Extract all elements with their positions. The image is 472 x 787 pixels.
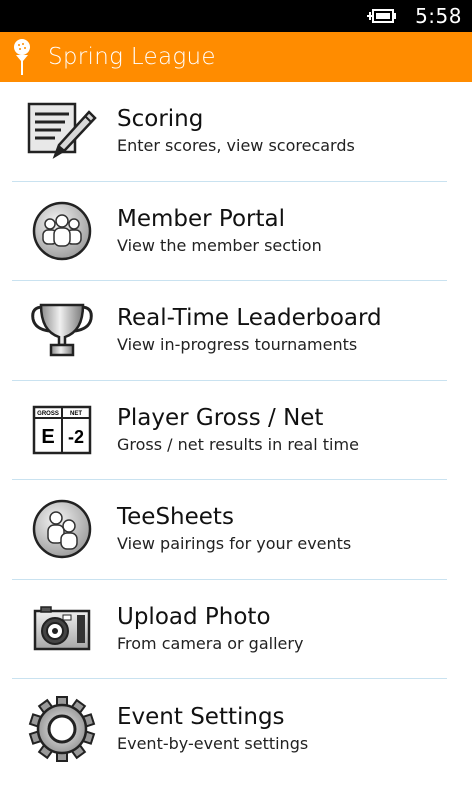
menu-item-event-settings[interactable]: Event Settings Event-by-event settings [12,679,447,779]
gear-icon [14,694,110,764]
menu-item-title: Scoring [117,106,204,133]
battery-charging-icon [365,7,399,25]
menu-item-subtitle: Event-by-event settings [117,733,309,753]
menu-item-title: Real-Time Leaderboard [117,305,382,332]
menu-item-gross-net[interactable]: GROSS NET E -2 Player Gross / Net Gross … [12,381,447,480]
menu-item-member-portal[interactable]: Member Portal View the member section [12,182,447,281]
menu-item-teesheets[interactable]: TeeSheets View pairings for your events [12,480,447,580]
menu-item-title: Player Gross / Net [117,404,324,431]
menu-item-subtitle: Gross / net results in real time [117,434,359,454]
trophy-icon [14,295,110,365]
page-title: Spring League [48,44,216,70]
menu-item-title: TeeSheets [117,504,234,531]
app-header: Spring League [0,32,472,82]
golf-tee-logo-icon [10,37,34,77]
gross-net-icon: GROSS NET E -2 [14,395,110,465]
status-bar: 5:58 [0,0,472,32]
menu-item-subtitle: View the member section [117,235,322,255]
menu-item-title: Member Portal [117,205,285,232]
clock: 5:58 [415,4,462,28]
gross-value-label: E [41,426,54,448]
scorecard-pencil-icon [14,96,110,166]
menu-item-subtitle: View pairings for your events [117,534,352,554]
menu-item-upload-photo[interactable]: Upload Photo From camera or gallery [12,580,447,679]
menu-item-scoring[interactable]: Scoring Enter scores, view scorecards [12,82,447,182]
menu-item-leaderboard[interactable]: Real-Time Leaderboard View in-progress t… [12,281,447,381]
menu-item-title: Event Settings [117,703,285,730]
members-group-icon [14,196,110,266]
main-menu: Scoring Enter scores, view scorecards Me… [0,82,472,779]
camera-icon [14,594,110,664]
pairings-icon [14,494,110,564]
menu-item-subtitle: Enter scores, view scorecards [117,136,355,156]
net-value-label: -2 [68,427,84,447]
gross-header-label: GROSS [37,411,59,417]
menu-item-subtitle: View in-progress tournaments [117,335,358,355]
menu-item-title: Upload Photo [117,603,271,630]
net-header-label: NET [70,411,82,417]
menu-item-subtitle: From camera or gallery [117,633,304,653]
